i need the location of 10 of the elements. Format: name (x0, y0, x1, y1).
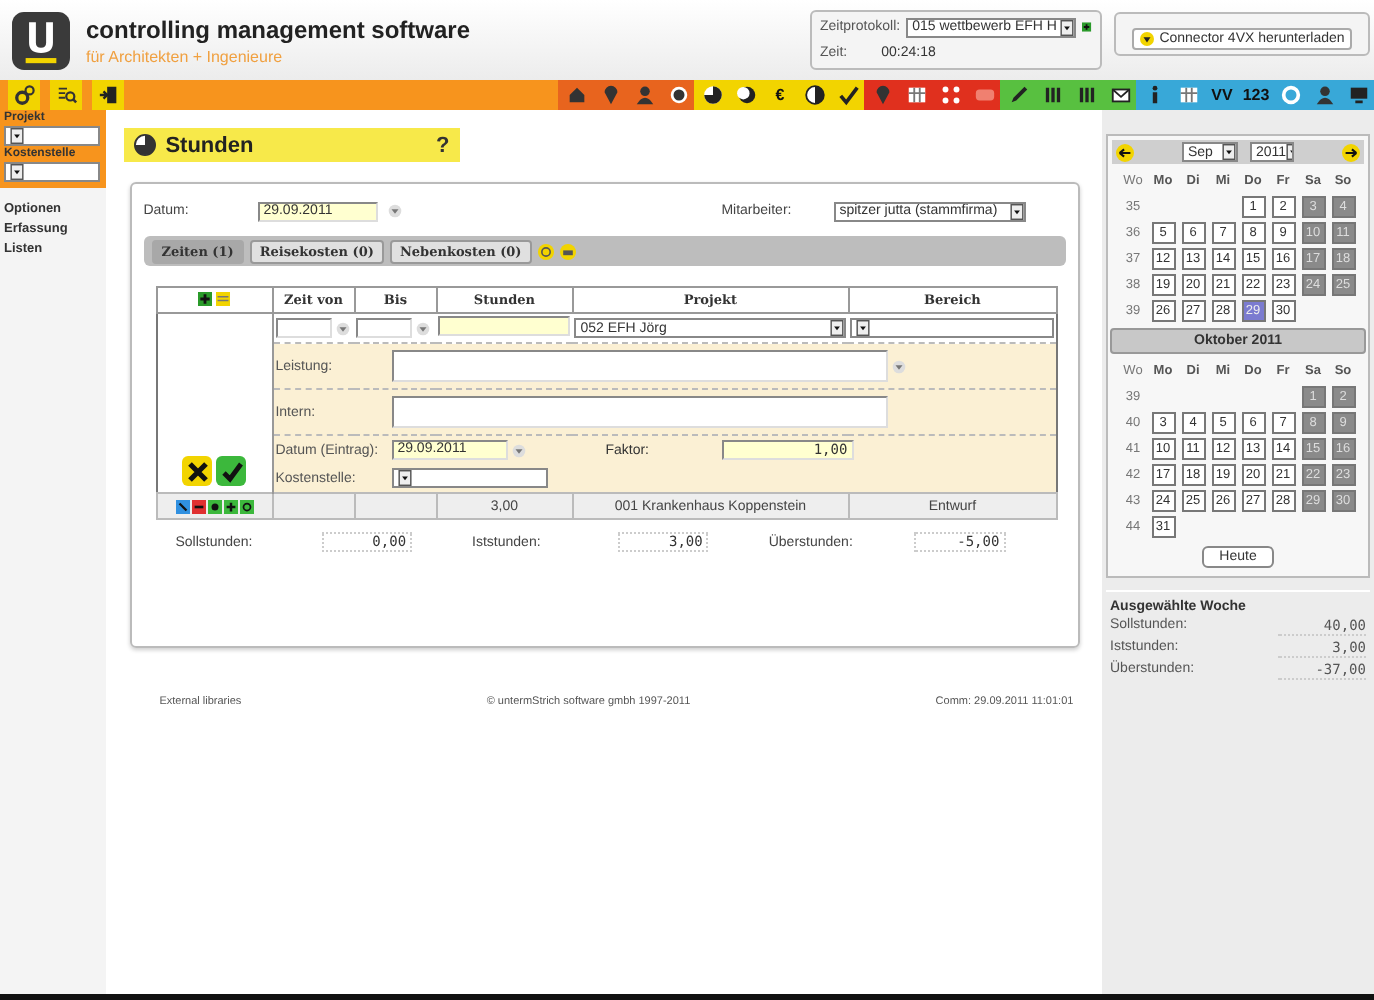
symbol-icon: 123 (1242, 87, 1270, 103)
symbol-icon: € (775, 87, 785, 103)
help-link[interactable]: ? (435, 133, 450, 157)
toolbar-button[interactable]: 123 (1240, 80, 1272, 110)
toolbar-button[interactable]: € (764, 80, 796, 110)
app-subtitle: für Architekten + Ingenieure (86, 47, 285, 65)
page-title: Stunden (165, 133, 256, 157)
toolbar-button[interactable]: VV (1206, 80, 1238, 110)
app-title: controlling management software (86, 15, 471, 43)
symbol-icon: VV (1211, 87, 1233, 103)
